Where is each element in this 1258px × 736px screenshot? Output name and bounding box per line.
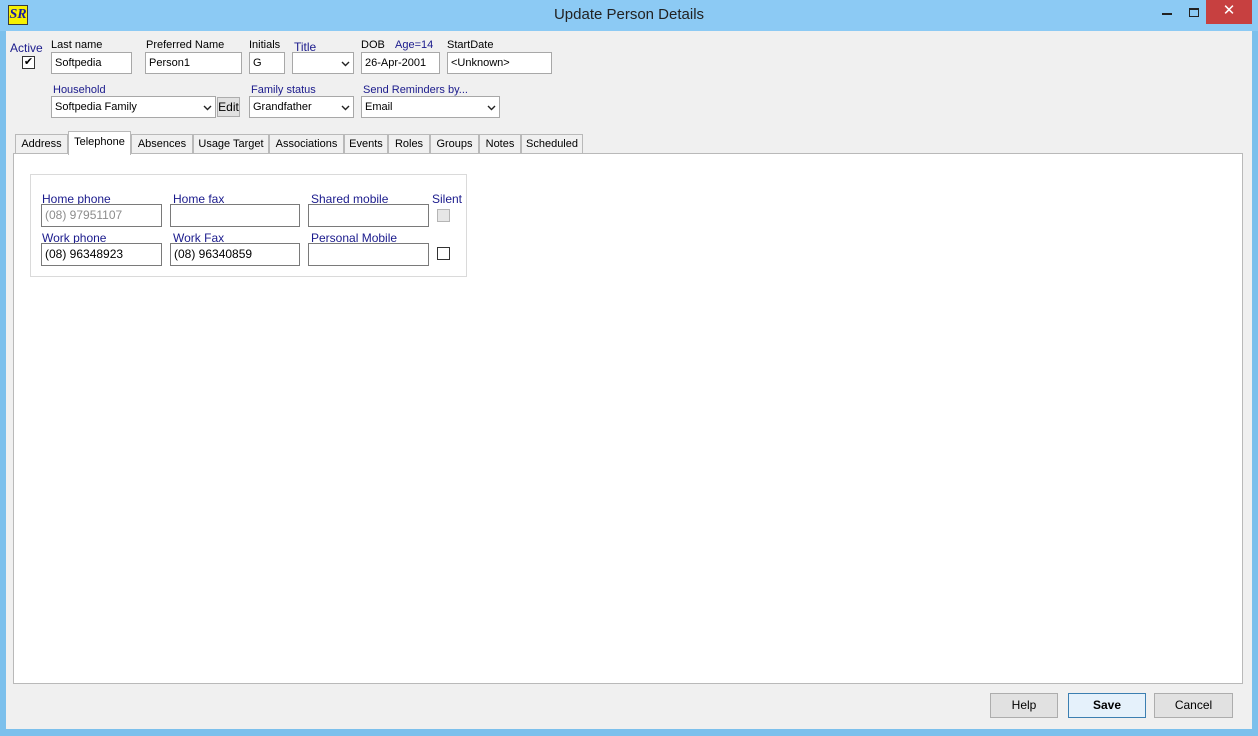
send-reminders-select[interactable]: Email xyxy=(361,96,500,118)
telephone-group: Home phone (08) 97951107 Home fax Shared… xyxy=(30,174,467,277)
tab-events[interactable]: Events xyxy=(344,134,388,154)
edit-household-button[interactable]: Edit xyxy=(217,97,240,117)
household-select[interactable]: Softpedia Family xyxy=(51,96,216,118)
title-bar: SR Update Person Details ✕ xyxy=(0,0,1258,31)
household-select-value: Softpedia Family xyxy=(55,101,137,113)
active-checkbox[interactable]: ✔ xyxy=(22,56,35,69)
family-status-select[interactable]: Grandfather xyxy=(249,96,354,118)
dialog-body: Active ✔ Last name Softpedia Preferred N… xyxy=(6,31,1252,729)
close-button[interactable]: ✕ xyxy=(1206,0,1252,24)
family-status-select-value: Grandfather xyxy=(253,101,312,113)
minimize-button[interactable] xyxy=(1152,0,1182,24)
start-date-input[interactable]: <Unknown> xyxy=(447,52,552,74)
minimize-icon xyxy=(1162,13,1172,16)
tab-absences[interactable]: Absences xyxy=(131,134,193,154)
personal-mobile-silent-checkbox[interactable] xyxy=(437,247,450,260)
tab-roles[interactable]: Roles xyxy=(388,134,430,154)
tab-groups[interactable]: Groups xyxy=(430,134,479,154)
tab-scheduled[interactable]: Scheduled xyxy=(521,134,583,154)
family-status-label: Family status xyxy=(251,84,316,96)
maximize-icon xyxy=(1189,7,1199,17)
initials-input[interactable]: G xyxy=(249,52,285,74)
tab-notes[interactable]: Notes xyxy=(479,134,521,154)
tab-telephone[interactable]: Telephone xyxy=(68,131,131,155)
telephone-tab-panel: Home phone (08) 97951107 Home fax Shared… xyxy=(13,153,1243,684)
preferred-name-label: Preferred Name xyxy=(146,39,225,51)
shared-mobile-input[interactable] xyxy=(308,204,429,227)
active-label: Active xyxy=(10,41,43,55)
tab-usage-target[interactable]: Usage Target xyxy=(193,134,269,154)
silent-label: Silent xyxy=(432,192,463,206)
shared-mobile-silent-checkbox[interactable] xyxy=(437,209,450,222)
cancel-button[interactable]: Cancel xyxy=(1154,693,1233,718)
send-reminders-label: Send Reminders by... xyxy=(363,84,468,96)
initials-label: Initials xyxy=(249,39,281,51)
dob-input[interactable]: 26-Apr-2001 xyxy=(361,52,440,74)
chevron-down-icon xyxy=(487,105,496,111)
household-label: Household xyxy=(53,84,106,96)
app-window: SR Update Person Details ✕ Active ✔ Last… xyxy=(0,0,1258,736)
personal-mobile-input[interactable] xyxy=(308,243,429,266)
maximize-button[interactable] xyxy=(1179,0,1209,24)
last-name-input[interactable]: Softpedia xyxy=(51,52,132,74)
chevron-down-icon xyxy=(341,61,350,67)
preferred-name-input[interactable]: Person1 xyxy=(145,52,242,74)
age-label: Age=14 xyxy=(395,39,434,51)
title-select[interactable] xyxy=(292,52,354,74)
tab-associations[interactable]: Associations xyxy=(269,134,344,154)
home-phone-input[interactable]: (08) 97951107 xyxy=(41,204,162,227)
save-button[interactable]: Save xyxy=(1068,693,1146,718)
help-button[interactable]: Help xyxy=(990,693,1058,718)
start-date-label: StartDate xyxy=(447,39,494,51)
tab-address[interactable]: Address xyxy=(15,134,68,154)
send-reminders-select-value: Email xyxy=(365,101,393,113)
window-title: Update Person Details xyxy=(553,6,705,23)
dob-label: DOB xyxy=(361,39,385,51)
work-fax-input[interactable]: (08) 96340859 xyxy=(170,243,300,266)
last-name-label: Last name xyxy=(51,39,103,51)
work-phone-input[interactable]: (08) 96348923 xyxy=(41,243,162,266)
chevron-down-icon xyxy=(203,105,212,111)
close-icon: ✕ xyxy=(1222,2,1236,19)
home-fax-input[interactable] xyxy=(170,204,300,227)
chevron-down-icon xyxy=(341,105,350,111)
checkmark-icon: ✔ xyxy=(23,56,34,68)
